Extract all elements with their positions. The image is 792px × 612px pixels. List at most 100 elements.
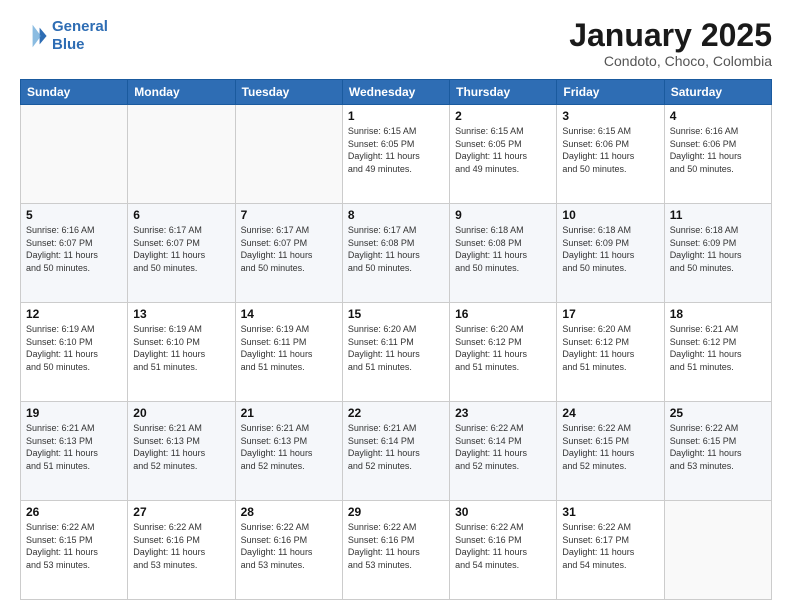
calendar-cell: 24 Sunrise: 6:22 AM Sunset: 6:15 PM Dayli… — [557, 402, 664, 501]
day-number: 4 — [670, 109, 766, 123]
day-number: 30 — [455, 505, 551, 519]
subtitle: Condoto, Choco, Colombia — [569, 53, 772, 69]
calendar-cell: 23 Sunrise: 6:22 AM Sunset: 6:14 PM Dayli… — [450, 402, 557, 501]
calendar-week-1: 1Sunrise: 6:15 AM Sunset: 6:05 PM Daylig… — [21, 105, 772, 204]
calendar-cell: 22Sunrise: 6:21 AM Sunset: 6:14 PM Dayli… — [342, 402, 449, 501]
day-info: Sunrise: 6:15 AM Sunset: 6:06 PM Dayligh… — [562, 125, 658, 175]
day-number: 25 — [670, 406, 766, 420]
day-number: 24 — [562, 406, 658, 420]
calendar-cell: 8Sunrise: 6:17 AM Sunset: 6:08 PM Daylig… — [342, 204, 449, 303]
calendar-cell: 3Sunrise: 6:15 AM Sunset: 6:06 PM Daylig… — [557, 105, 664, 204]
day-number: 19 — [26, 406, 122, 420]
day-info: Sunrise: 6:18 AM Sunset: 6:08 PM Dayligh… — [455, 224, 551, 274]
day-info: Sunrise: 6:16 AM Sunset: 6:07 PM Dayligh… — [26, 224, 122, 274]
calendar-cell: 30 Sunrise: 6:22 AM Sunset: 6:16 PM Dayli… — [450, 501, 557, 600]
day-number: 21 — [241, 406, 337, 420]
day-info: Sunrise: 6:22 AM Sunset: 6:16 PM Dayligh… — [133, 521, 229, 571]
day-info: Sunrise: 6:22 AM Sunset: 6:14 PM Dayligh… — [455, 422, 551, 472]
calendar-week-2: 5 Sunrise: 6:16 AM Sunset: 6:07 PM Daylig… — [21, 204, 772, 303]
day-info: Sunrise: 6:22 AM Sunset: 6:17 PM Dayligh… — [562, 521, 658, 571]
calendar-week-5: 26 Sunrise: 6:22 AM Sunset: 6:15 PM Dayli… — [21, 501, 772, 600]
day-info: Sunrise: 6:18 AM Sunset: 6:09 PM Dayligh… — [562, 224, 658, 274]
col-friday: Friday — [557, 80, 664, 105]
day-info: Sunrise: 6:20 AM Sunset: 6:12 PM Dayligh… — [562, 323, 658, 373]
day-number: 2 — [455, 109, 551, 123]
day-info: Sunrise: 6:17 AM Sunset: 6:08 PM Dayligh… — [348, 224, 444, 274]
calendar-body: 1Sunrise: 6:15 AM Sunset: 6:05 PM Daylig… — [21, 105, 772, 600]
calendar-week-4: 19 Sunrise: 6:21 AM Sunset: 6:13 PM Dayli… — [21, 402, 772, 501]
calendar-cell — [21, 105, 128, 204]
day-info: Sunrise: 6:22 AM Sunset: 6:15 PM Dayligh… — [562, 422, 658, 472]
day-info: Sunrise: 6:22 AM Sunset: 6:15 PM Dayligh… — [670, 422, 766, 472]
weekday-row: Sunday Monday Tuesday Wednesday Thursday… — [21, 80, 772, 105]
day-number: 14 — [241, 307, 337, 321]
calendar-week-3: 12 Sunrise: 6:19 AM Sunset: 6:10 PM Dayli… — [21, 303, 772, 402]
day-info: Sunrise: 6:15 AM Sunset: 6:05 PM Dayligh… — [455, 125, 551, 175]
day-number: 10 — [562, 208, 658, 222]
calendar-cell: 11 Sunrise: 6:18 AM Sunset: 6:09 PM Dayli… — [664, 204, 771, 303]
day-number: 26 — [26, 505, 122, 519]
day-info: Sunrise: 6:21 AM Sunset: 6:12 PM Dayligh… — [670, 323, 766, 373]
day-info: Sunrise: 6:19 AM Sunset: 6:10 PM Dayligh… — [26, 323, 122, 373]
calendar-cell: 21 Sunrise: 6:21 AM Sunset: 6:13 PM Dayli… — [235, 402, 342, 501]
logo-line2: Blue — [52, 36, 85, 53]
main-title: January 2025 — [569, 18, 772, 53]
day-number: 23 — [455, 406, 551, 420]
day-info: Sunrise: 6:17 AM Sunset: 6:07 PM Dayligh… — [241, 224, 337, 274]
calendar-cell: 6 Sunrise: 6:17 AM Sunset: 6:07 PM Daylig… — [128, 204, 235, 303]
day-number: 31 — [562, 505, 658, 519]
logo-icon — [20, 22, 48, 50]
day-info: Sunrise: 6:22 AM Sunset: 6:15 PM Dayligh… — [26, 521, 122, 571]
day-number: 12 — [26, 307, 122, 321]
col-thursday: Thursday — [450, 80, 557, 105]
day-number: 28 — [241, 505, 337, 519]
col-monday: Monday — [128, 80, 235, 105]
day-number: 15 — [348, 307, 444, 321]
calendar-header: Sunday Monday Tuesday Wednesday Thursday… — [21, 80, 772, 105]
calendar-cell — [664, 501, 771, 600]
day-number: 9 — [455, 208, 551, 222]
calendar-cell: 29Sunrise: 6:22 AM Sunset: 6:16 PM Dayli… — [342, 501, 449, 600]
day-number: 13 — [133, 307, 229, 321]
day-info: Sunrise: 6:18 AM Sunset: 6:09 PM Dayligh… — [670, 224, 766, 274]
day-info: Sunrise: 6:21 AM Sunset: 6:13 PM Dayligh… — [241, 422, 337, 472]
logo-text: General Blue — [52, 18, 108, 54]
day-number: 6 — [133, 208, 229, 222]
calendar-table: Sunday Monday Tuesday Wednesday Thursday… — [20, 79, 772, 600]
day-info: Sunrise: 6:20 AM Sunset: 6:11 PM Dayligh… — [348, 323, 444, 373]
col-tuesday: Tuesday — [235, 80, 342, 105]
day-number: 20 — [133, 406, 229, 420]
day-number: 5 — [26, 208, 122, 222]
calendar-cell: 20 Sunrise: 6:21 AM Sunset: 6:13 PM Dayli… — [128, 402, 235, 501]
day-info: Sunrise: 6:22 AM Sunset: 6:16 PM Dayligh… — [455, 521, 551, 571]
calendar-cell: 28 Sunrise: 6:22 AM Sunset: 6:16 PM Dayli… — [235, 501, 342, 600]
page: General Blue January 2025 Condoto, Choco… — [0, 0, 792, 612]
day-info: Sunrise: 6:22 AM Sunset: 6:16 PM Dayligh… — [348, 521, 444, 571]
calendar-cell — [128, 105, 235, 204]
calendar-cell: 7Sunrise: 6:17 AM Sunset: 6:07 PM Daylig… — [235, 204, 342, 303]
day-info: Sunrise: 6:19 AM Sunset: 6:10 PM Dayligh… — [133, 323, 229, 373]
header: General Blue January 2025 Condoto, Choco… — [20, 18, 772, 69]
logo-line1: General — [52, 18, 108, 35]
day-info: Sunrise: 6:21 AM Sunset: 6:14 PM Dayligh… — [348, 422, 444, 472]
day-number: 16 — [455, 307, 551, 321]
title-block: January 2025 Condoto, Choco, Colombia — [569, 18, 772, 69]
calendar-cell: 5 Sunrise: 6:16 AM Sunset: 6:07 PM Daylig… — [21, 204, 128, 303]
day-info: Sunrise: 6:21 AM Sunset: 6:13 PM Dayligh… — [133, 422, 229, 472]
day-info: Sunrise: 6:19 AM Sunset: 6:11 PM Dayligh… — [241, 323, 337, 373]
day-info: Sunrise: 6:17 AM Sunset: 6:07 PM Dayligh… — [133, 224, 229, 274]
calendar-cell: 27Sunrise: 6:22 AM Sunset: 6:16 PM Dayli… — [128, 501, 235, 600]
day-number: 11 — [670, 208, 766, 222]
calendar-cell: 1Sunrise: 6:15 AM Sunset: 6:05 PM Daylig… — [342, 105, 449, 204]
calendar-cell — [235, 105, 342, 204]
col-saturday: Saturday — [664, 80, 771, 105]
calendar-cell: 13 Sunrise: 6:19 AM Sunset: 6:10 PM Dayli… — [128, 303, 235, 402]
day-info: Sunrise: 6:22 AM Sunset: 6:16 PM Dayligh… — [241, 521, 337, 571]
calendar-cell: 16Sunrise: 6:20 AM Sunset: 6:12 PM Dayli… — [450, 303, 557, 402]
logo: General Blue — [20, 18, 108, 54]
calendar-cell: 25 Sunrise: 6:22 AM Sunset: 6:15 PM Dayli… — [664, 402, 771, 501]
calendar-cell: 9 Sunrise: 6:18 AM Sunset: 6:08 PM Daylig… — [450, 204, 557, 303]
col-sunday: Sunday — [21, 80, 128, 105]
day-number: 18 — [670, 307, 766, 321]
calendar-cell: 4Sunrise: 6:16 AM Sunset: 6:06 PM Daylig… — [664, 105, 771, 204]
